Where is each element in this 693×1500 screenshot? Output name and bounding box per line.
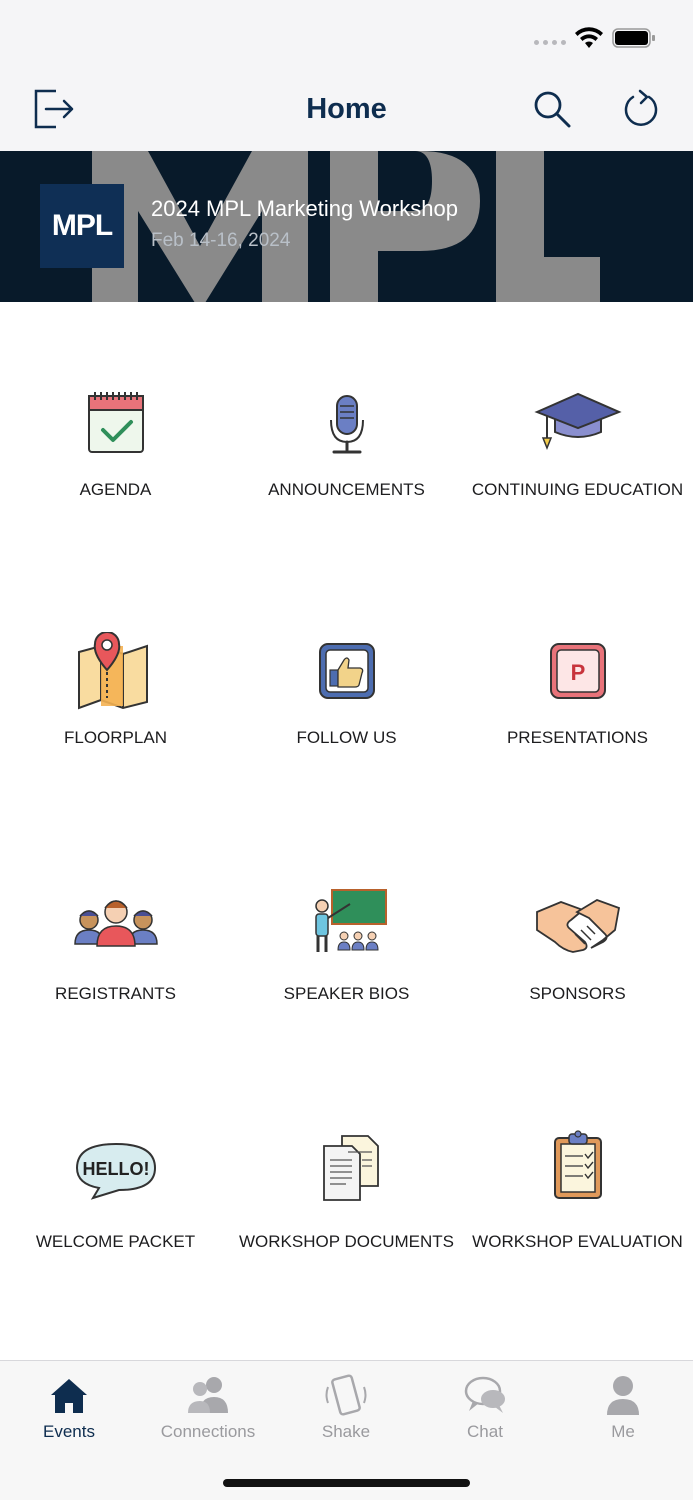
event-banner[interactable]: MPL 2024 MPL Marketing Workshop Feb 14-1… bbox=[0, 151, 693, 302]
wifi-icon bbox=[575, 27, 603, 48]
status-bar bbox=[0, 0, 693, 75]
tile-label: SPONSORS bbox=[529, 984, 626, 1003]
tile-agenda[interactable]: AGENDA bbox=[0, 390, 231, 550]
tile-announcements[interactable]: ANNOUNCEMENTS bbox=[231, 390, 462, 550]
teacher-board-icon bbox=[314, 889, 387, 952]
people-group-icon bbox=[73, 900, 158, 947]
tile-sponsors[interactable]: SPONSORS bbox=[462, 890, 693, 1050]
tile-label: WORKSHOP EVALUATION bbox=[472, 1232, 683, 1251]
home-indicator[interactable] bbox=[223, 1479, 470, 1487]
microphone-icon bbox=[329, 395, 364, 454]
home-icon bbox=[51, 1379, 87, 1413]
battery-icon bbox=[612, 28, 655, 48]
tile-label: WORKSHOP DOCUMENTS bbox=[238, 1232, 455, 1251]
tab-bar: Events Connections Shake Chat Me bbox=[0, 1360, 693, 1500]
tile-workshop-documents[interactable]: WORKSHOP DOCUMENTS bbox=[231, 1134, 462, 1294]
svg-text:HELLO!: HELLO! bbox=[82, 1159, 149, 1179]
map-pin-icon bbox=[77, 632, 148, 710]
page-title: Home bbox=[306, 93, 387, 125]
tile-label: CONTINUING EDUCATION bbox=[471, 480, 684, 499]
tile-label: FOLLOW US bbox=[296, 728, 397, 747]
tab-label: Shake bbox=[321, 1422, 371, 1441]
tile-speaker-bios[interactable]: SPEAKER BIOS bbox=[231, 888, 462, 1048]
clipboard-icon bbox=[553, 1130, 602, 1199]
tile-label: AGENDA bbox=[79, 480, 152, 499]
refresh-icon[interactable] bbox=[620, 87, 662, 131]
graduation-cap-icon bbox=[533, 392, 622, 451]
tile-continuing-education[interactable]: CONTINUING EDUCATION bbox=[462, 390, 693, 550]
tab-label: Events bbox=[43, 1422, 95, 1441]
calendar-check-icon bbox=[87, 392, 144, 453]
navigation-bar: Home bbox=[0, 75, 693, 151]
tile-label: WELCOME PACKET bbox=[35, 1232, 196, 1251]
documents-icon bbox=[322, 1135, 379, 1201]
tile-label: FLOORPLAN bbox=[64, 728, 167, 747]
thumbs-up-icon bbox=[318, 643, 375, 699]
tile-registrants[interactable]: REGISTRANTS bbox=[0, 890, 231, 1050]
event-date: Feb 14-16, 2024 bbox=[151, 230, 291, 251]
tile-presentations[interactable]: P PRESENTATIONS bbox=[462, 642, 693, 802]
tab-label: Connections bbox=[160, 1422, 256, 1441]
cellular-signal-icon bbox=[534, 40, 566, 45]
tab-shake[interactable]: Shake bbox=[277, 1361, 415, 1451]
tab-chat[interactable]: Chat bbox=[416, 1361, 554, 1451]
event-title: 2024 MPL Marketing Workshop bbox=[151, 196, 458, 221]
tab-label: Me bbox=[611, 1422, 635, 1441]
hello-bubble-icon: HELLO! bbox=[75, 1142, 156, 1200]
tab-events[interactable]: Events bbox=[0, 1361, 138, 1451]
chat-bubbles-icon bbox=[464, 1376, 505, 1413]
tile-label: SPEAKER BIOS bbox=[283, 984, 410, 1003]
tile-floorplan[interactable]: FLOORPLAN bbox=[0, 632, 231, 792]
tab-connections[interactable]: Connections bbox=[139, 1361, 277, 1451]
tile-follow-us[interactable]: FOLLOW US bbox=[231, 642, 462, 802]
feature-grid: AGENDA ANNOUNCEMENTS CONTINUING EDUCATIO… bbox=[0, 302, 693, 1360]
tile-label: REGISTRANTS bbox=[55, 984, 176, 1003]
tile-welcome-packet[interactable]: HELLO! WELCOME PACKET bbox=[0, 1140, 231, 1300]
tile-workshop-evaluation[interactable]: WORKSHOP EVALUATION bbox=[462, 1128, 693, 1288]
tab-me[interactable]: Me bbox=[554, 1361, 692, 1451]
tab-label: Chat bbox=[467, 1422, 503, 1441]
phone-shake-icon bbox=[325, 1374, 367, 1416]
svg-text:P: P bbox=[570, 660, 585, 685]
event-logo: MPL bbox=[40, 184, 124, 268]
event-logo-text: MPL bbox=[51, 209, 113, 242]
tile-label: PRESENTATIONS bbox=[506, 728, 649, 747]
tile-label: ANNOUNCEMENTS bbox=[268, 480, 425, 499]
person-icon bbox=[607, 1376, 639, 1415]
presentation-p-icon: P bbox=[549, 643, 606, 699]
handshake-icon bbox=[535, 899, 620, 953]
people-icon bbox=[188, 1377, 228, 1413]
search-icon[interactable] bbox=[532, 89, 572, 129]
